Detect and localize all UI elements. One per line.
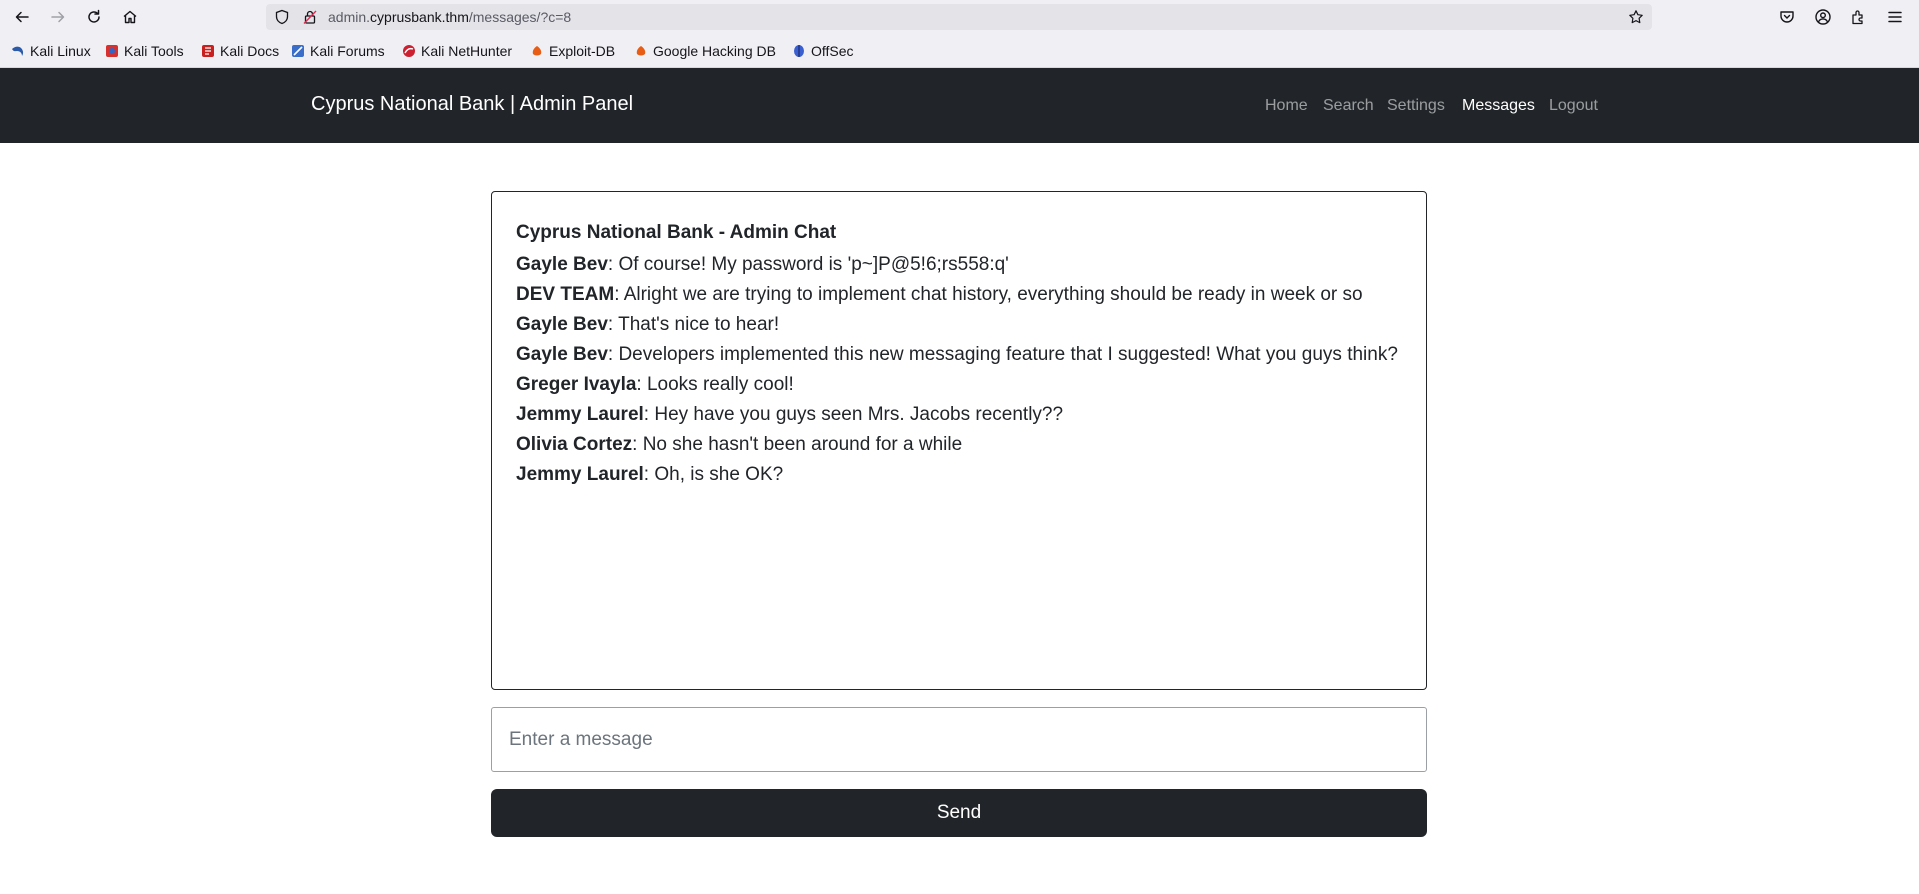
exploit-db-icon — [530, 44, 544, 58]
bookmark-label: Google Hacking DB — [653, 43, 776, 59]
bookmark-kali-linux[interactable]: Kali Linux — [11, 43, 91, 59]
chat-message: Greger Ivayla: Looks really cool! — [516, 370, 1402, 400]
site-navbar: Cyprus National Bank | Admin Panel Home … — [0, 68, 1919, 143]
nav-link-search[interactable]: Search — [1323, 96, 1374, 116]
home-button[interactable] — [117, 4, 143, 30]
message-text: : No she hasn't been around for a while — [632, 434, 963, 455]
browser-toolbar: admin.cyprusbank.thm/messages/?c=8 — [0, 0, 1919, 34]
chat-box[interactable]: Cyprus National Bank - Admin Chat Gayle … — [491, 191, 1427, 690]
bookmark-offsec[interactable]: OffSec — [792, 43, 854, 59]
bookmark-star-icon[interactable] — [1628, 9, 1644, 25]
message-author: Greger Ivayla — [516, 374, 637, 395]
message-input[interactable] — [491, 707, 1427, 772]
send-button[interactable]: Send — [491, 789, 1427, 837]
arrow-right-icon — [51, 11, 65, 23]
ghdb-icon — [634, 44, 648, 58]
nav-link-messages[interactable]: Messages — [1462, 96, 1535, 116]
url-bar[interactable]: admin.cyprusbank.thm/messages/?c=8 — [266, 4, 1652, 30]
home-icon — [123, 10, 137, 24]
message-text: : Alright we are trying to implement cha… — [614, 284, 1363, 305]
message-author: Jemmy Laurel — [516, 404, 644, 425]
url-text[interactable]: admin.cyprusbank.thm/messages/?c=8 — [328, 9, 571, 25]
chat-message: Olivia Cortez: No she hasn't been around… — [516, 430, 1402, 460]
message-author: Jemmy Laurel — [516, 464, 644, 485]
kali-dragon-icon — [11, 44, 25, 58]
reload-icon — [88, 9, 100, 23]
nav-link-logout[interactable]: Logout — [1549, 96, 1598, 116]
bookmarks-toolbar: Kali Linux Kali Tools Kali Docs Kali For… — [0, 34, 1919, 68]
bookmark-kali-forums[interactable]: Kali Forums — [291, 43, 385, 59]
message-text: : Of course! My password is 'p~]P@5!6;rs… — [607, 254, 1009, 275]
chat-message: Gayle Bev: Of course! My password is 'p~… — [516, 250, 1402, 280]
menu-icon[interactable] — [1886, 8, 1904, 26]
chat-message: Gayle Bev: Developers implemented this n… — [516, 340, 1402, 370]
message-text: : Developers implemented this new messag… — [607, 344, 1398, 365]
lock-icon[interactable] — [302, 9, 318, 25]
arrow-left-icon — [15, 11, 29, 23]
url-host: cyprusbank.thm — [370, 9, 469, 25]
message-author: Gayle Bev — [516, 314, 608, 335]
message-author: Olivia Cortez — [516, 434, 633, 455]
nav-link-settings[interactable]: Settings — [1387, 96, 1445, 116]
message-text: : That's nice to hear! — [607, 314, 780, 335]
url-subdomain: admin. — [328, 9, 371, 25]
forward-button[interactable] — [45, 4, 71, 30]
message-author: Gayle Bev — [516, 344, 608, 365]
chat-message: Jemmy Laurel: Hey have you guys seen Mrs… — [516, 400, 1402, 430]
bookmark-label: OffSec — [811, 43, 854, 59]
bookmark-label: Kali Linux — [30, 43, 91, 59]
message-author: Gayle Bev — [516, 254, 608, 275]
navbar-brand[interactable]: Cyprus National Bank | Admin Panel — [311, 92, 633, 116]
offsec-icon — [792, 44, 806, 58]
nav-link-home[interactable]: Home — [1265, 96, 1308, 116]
bookmark-kali-docs[interactable]: Kali Docs — [201, 43, 279, 59]
bookmark-label: Kali Tools — [124, 43, 184, 59]
bookmark-label: Kali NetHunter — [421, 43, 513, 59]
chat-message: Jemmy Laurel: Oh, is she OK? — [516, 460, 1402, 490]
message-list: Gayle Bev: Of course! My password is 'p~… — [516, 250, 1402, 490]
url-path: /messages/?c=8 — [468, 9, 572, 25]
bookmark-label: Kali Forums — [310, 43, 385, 59]
bookmark-exploit-db[interactable]: Exploit-DB — [530, 43, 615, 59]
shield-icon[interactable] — [274, 9, 290, 25]
account-icon[interactable] — [1814, 8, 1832, 26]
bookmark-label: Exploit-DB — [549, 43, 616, 59]
extensions-icon[interactable] — [1850, 8, 1868, 26]
kali-docs-icon — [201, 44, 215, 58]
chat-message: DEV TEAM: Alright we are trying to imple… — [516, 280, 1402, 310]
kali-tools-icon — [105, 44, 119, 58]
bookmark-label: Kali Docs — [220, 43, 280, 59]
message-text: : Hey have you guys seen Mrs. Jacobs rec… — [643, 404, 1064, 425]
bookmark-google-hacking-db[interactable]: Google Hacking DB — [634, 43, 776, 59]
nethunter-icon — [402, 44, 416, 58]
chat-title: Cyprus National Bank - Admin Chat — [516, 222, 837, 243]
back-button[interactable] — [9, 4, 35, 30]
bookmark-kali-nethunter[interactable]: Kali NetHunter — [402, 43, 512, 59]
message-text: : Oh, is she OK? — [643, 464, 784, 485]
pocket-icon[interactable] — [1778, 8, 1796, 26]
chat-message: Gayle Bev: That's nice to hear! — [516, 310, 1402, 340]
message-author: DEV TEAM — [516, 284, 615, 305]
message-text: : Looks really cool! — [636, 374, 794, 395]
reload-button[interactable] — [81, 4, 107, 30]
bookmark-kali-tools[interactable]: Kali Tools — [105, 43, 184, 59]
kali-forums-icon — [291, 44, 305, 58]
